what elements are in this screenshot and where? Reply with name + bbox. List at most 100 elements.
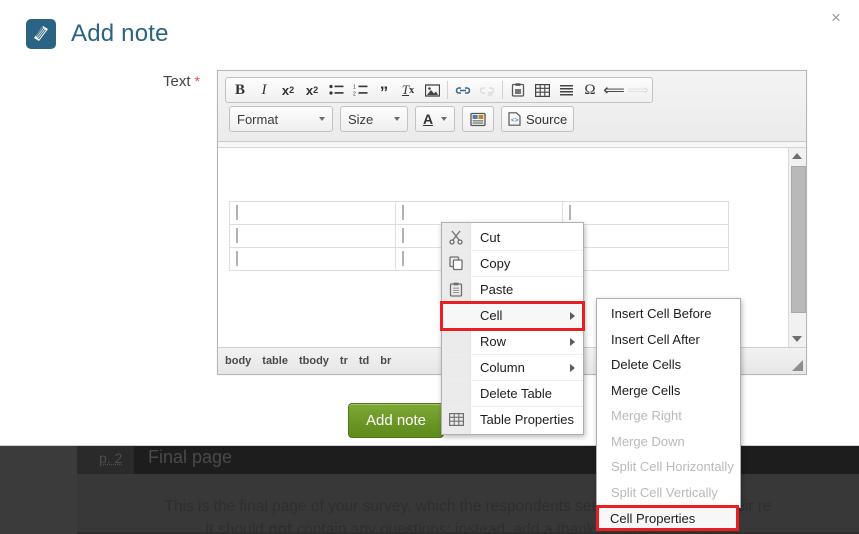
- note-icon: [26, 19, 56, 49]
- elements-path-item[interactable]: td: [359, 355, 369, 367]
- background-page-title: Final page: [148, 447, 233, 467]
- image-icon[interactable]: [420, 79, 444, 101]
- text-caret: [568, 205, 571, 221]
- text-caret: [402, 251, 405, 267]
- text-caret: [236, 228, 238, 244]
- submenu-item-label: Merge Cells: [611, 382, 681, 398]
- submenu-item-label: Merge Down: [611, 433, 685, 449]
- remove-format-icon[interactable]: Tx: [396, 79, 420, 101]
- svg-text:1: 1: [353, 84, 356, 90]
- context-menu-item-delete-table[interactable]: Delete Table: [442, 381, 583, 407]
- format-dropdown[interactable]: Format: [229, 106, 333, 132]
- editor-toolbar-row-2: Format Size A <> Source: [222, 103, 802, 137]
- table-cell[interactable]: [561, 247, 730, 271]
- horizontal-rule-icon[interactable]: [554, 79, 578, 101]
- text-caret: [236, 251, 238, 267]
- size-dropdown[interactable]: Size: [340, 106, 408, 132]
- undo-icon[interactable]: ⟸: [602, 79, 626, 101]
- background-line-1: This is the final page of your survey, w…: [164, 498, 772, 515]
- special-character-icon[interactable]: Ω: [578, 79, 602, 101]
- background-line-2-bold: not: [268, 521, 293, 534]
- text-color-button[interactable]: A: [415, 106, 455, 132]
- context-menu-item-label: Copy: [480, 256, 511, 271]
- page-title: Add note: [71, 20, 169, 47]
- templates-button[interactable]: [462, 106, 494, 132]
- scroll-up-icon[interactable]: [792, 153, 802, 159]
- clipboard-icon: [447, 280, 466, 299]
- submenu-item-merge-down: Merge Down: [597, 429, 740, 455]
- templates-icon: [470, 112, 486, 126]
- toolbar-separator: [502, 81, 503, 99]
- text-field-label-text: Text: [163, 73, 191, 90]
- numbered-list-icon[interactable]: 12: [348, 79, 372, 101]
- context-menu-item-label: Delete Table: [480, 386, 553, 401]
- size-dropdown-label: Size: [348, 111, 374, 127]
- editor-scrollbar[interactable]: [788, 148, 806, 347]
- bulleted-list-icon[interactable]: [324, 79, 348, 101]
- editor-toolbar-area: B I x2 x2 12 ” Tx Ω ⟸ ⟹ Format Size A <>…: [218, 71, 806, 142]
- bold-icon[interactable]: B: [228, 79, 252, 101]
- submenu-item-merge-right: Merge Right: [597, 403, 740, 429]
- table-cell[interactable]: [561, 224, 730, 248]
- table-icon: [447, 410, 466, 429]
- text-color-label: A: [422, 111, 434, 127]
- table-cell[interactable]: [228, 224, 397, 248]
- blockquote-icon[interactable]: ”: [372, 77, 396, 104]
- redo-icon: ⟹: [627, 82, 649, 99]
- text-field-label: Text *: [0, 73, 200, 90]
- elements-path-item[interactable]: br: [380, 355, 391, 367]
- submenu-arrow-icon: [570, 312, 575, 320]
- submenu-item-label: Insert Cell Before: [611, 306, 712, 322]
- submenu-item-label: Split Cell Vertically: [611, 484, 718, 500]
- source-button[interactable]: <> Source: [501, 106, 575, 132]
- elements-path-item[interactable]: table: [262, 355, 288, 367]
- elements-path-item[interactable]: tr: [340, 355, 348, 367]
- context-menu-item-row[interactable]: Row: [442, 329, 583, 355]
- submenu-arrow-icon: [570, 364, 575, 372]
- italic-icon[interactable]: I: [252, 79, 276, 101]
- table-context-menu: Cut Copy Paste Cell Row Column Delete Ta…: [440, 222, 585, 435]
- superscript-icon[interactable]: x2: [300, 79, 324, 101]
- unlink-icon: [475, 79, 499, 101]
- context-menu-item-label: Column: [480, 360, 525, 375]
- submenu-item-insert-cell-after[interactable]: Insert Cell After: [597, 327, 740, 353]
- submenu-item-delete-cells[interactable]: Delete Cells: [597, 352, 740, 378]
- chevron-down-icon: [441, 117, 448, 121]
- table-cell[interactable]: [561, 201, 730, 225]
- editor-resize-handle[interactable]: [792, 360, 803, 371]
- close-icon[interactable]: ×: [823, 5, 849, 31]
- context-menu-item-cell[interactable]: Cell: [440, 301, 585, 331]
- table-cell[interactable]: [228, 247, 397, 271]
- elements-path-item[interactable]: body: [225, 355, 251, 367]
- text-caret: [236, 205, 238, 221]
- background-page-body: This is the final page of your survey, w…: [77, 474, 859, 534]
- screen: p. 2 Final page This is the final page o…: [0, 0, 859, 534]
- chevron-down-icon: [319, 117, 325, 121]
- context-menu-item-cut[interactable]: Cut: [442, 225, 583, 251]
- svg-text:<>: <>: [511, 117, 519, 124]
- table-cell[interactable]: [228, 201, 397, 225]
- submenu-item-cell-properties[interactable]: Cell Properties: [596, 505, 739, 531]
- add-note-button[interactable]: Add note: [348, 403, 444, 438]
- table-icon[interactable]: [530, 79, 554, 101]
- paste-from-word-icon[interactable]: [506, 79, 530, 101]
- cell-submenu: Insert Cell Before Insert Cell After Del…: [596, 298, 741, 508]
- context-menu-item-table-properties[interactable]: Table Properties: [442, 407, 583, 432]
- scroll-down-icon[interactable]: [792, 336, 802, 342]
- subscript-icon[interactable]: x2: [276, 79, 300, 101]
- context-menu-item-label: Row: [480, 334, 507, 349]
- background-page-number: p. 2: [77, 444, 134, 474]
- context-menu-item-paste[interactable]: Paste: [442, 277, 583, 303]
- submenu-item-merge-cells[interactable]: Merge Cells: [597, 378, 740, 404]
- link-icon[interactable]: [451, 79, 475, 101]
- elements-path-item[interactable]: tbody: [299, 355, 329, 367]
- context-menu-item-label: Paste: [480, 282, 514, 297]
- submenu-item-insert-cell-before[interactable]: Insert Cell Before: [597, 301, 740, 327]
- submenu-item-label: Insert Cell After: [611, 331, 700, 347]
- context-menu-item-copy[interactable]: Copy: [442, 251, 583, 277]
- chevron-down-icon: [394, 117, 400, 121]
- context-menu-item-column[interactable]: Column: [442, 355, 583, 381]
- source-icon: <>: [508, 112, 521, 126]
- scrollbar-thumb[interactable]: [791, 166, 806, 313]
- context-menu-item-label: Table Properties: [480, 412, 574, 427]
